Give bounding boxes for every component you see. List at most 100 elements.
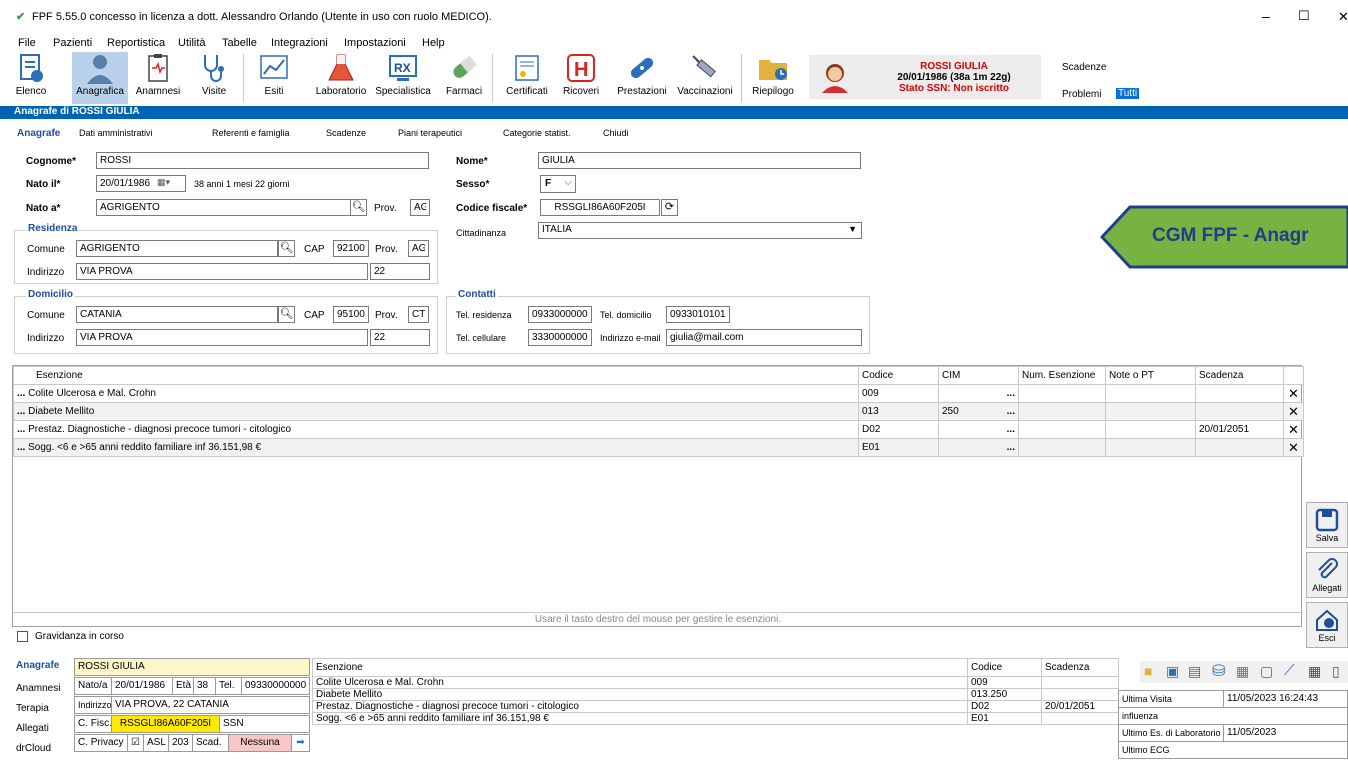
maximize-button[interactable]: ☐ <box>1298 8 1310 24</box>
scadenze-label[interactable]: Scadenze <box>1062 62 1106 73</box>
email-input[interactable] <box>666 329 862 346</box>
refresh-icon[interactable]: ⟳ <box>661 199 678 216</box>
money-icon[interactable]: ▦ <box>1236 663 1249 680</box>
tel-res-input[interactable] <box>528 306 592 323</box>
dom-prov-input[interactable] <box>408 306 429 323</box>
nome-input[interactable] <box>538 152 861 169</box>
dom-cap-input[interactable] <box>333 306 369 323</box>
menu-reportistica[interactable]: Reportistica <box>107 37 165 49</box>
delete-icon[interactable]: ✕ <box>1283 438 1304 457</box>
dom-civico-input[interactable] <box>370 329 430 346</box>
cf-input[interactable] <box>540 199 660 216</box>
toolbar-esiti[interactable]: Esiti <box>258 52 290 104</box>
sesso-select[interactable]: F ⌵ <box>540 175 576 193</box>
toolbar-ricoveri[interactable]: H Ricoveri <box>560 52 602 104</box>
dom-indirizzo-input[interactable] <box>76 329 368 346</box>
col-note-pt[interactable]: Note o PT <box>1105 366 1196 385</box>
menu-integrazioni[interactable]: Integrazioni <box>271 37 328 49</box>
toolbar-riepilogo[interactable]: Riepilogo <box>748 52 798 104</box>
row-menu-button[interactable]: ... <box>17 442 25 453</box>
cittadinanza-select[interactable]: ITALIA ▼ <box>538 222 862 239</box>
res-cap-input[interactable] <box>333 240 369 257</box>
search-doc-icon[interactable]: ▣ <box>1166 663 1179 680</box>
delete-icon[interactable]: ✕ <box>1283 402 1304 421</box>
clipboard-icon[interactable]: ▯ <box>1332 663 1340 680</box>
table-row[interactable]: ... Colite Ulcerosa e Mal. Crohn 009 ...… <box>13 384 1304 403</box>
tab-dati-amministrativi[interactable]: Dati amministrativi <box>79 128 153 138</box>
delete-icon[interactable]: ✕ <box>1283 420 1304 439</box>
toolbar-prestazioni[interactable]: Prestazioni <box>612 52 672 104</box>
table-row[interactable]: ... Sogg. <6 e >65 anni reddito familiar… <box>13 438 1304 457</box>
res-civico-input[interactable] <box>370 263 430 280</box>
cim-lookup-button[interactable]: ... <box>1007 424 1015 435</box>
col-scadenza[interactable]: Scadenza <box>1195 366 1284 385</box>
bottom-nav-allegati[interactable]: Allegati <box>16 723 49 734</box>
minimize-button[interactable]: – <box>1262 8 1270 24</box>
bottom-nav-anagrafe[interactable]: Anagrafe <box>16 660 59 671</box>
gravidanza-checkbox[interactable] <box>17 631 28 642</box>
table-row[interactable]: ... Prestaz. Diagnostiche - diagnosi pre… <box>13 420 1304 439</box>
tab-scadenze[interactable]: Scadenze <box>326 128 366 138</box>
res-prov-input[interactable] <box>408 240 429 257</box>
col-num-esenzione[interactable]: Num. Esenzione <box>1018 366 1106 385</box>
toolbar-anagrafica[interactable]: Anagrafica <box>72 52 128 104</box>
bottom-nav-terapia[interactable]: Terapia <box>16 703 49 714</box>
cognome-input[interactable] <box>96 152 429 169</box>
res-indirizzo-input[interactable] <box>76 263 368 280</box>
row-menu-button[interactable]: ... <box>17 388 25 399</box>
toolbar-certificati[interactable]: Certificati <box>502 52 552 104</box>
toolbar-elenco[interactable]: Elenco <box>14 52 48 104</box>
tel-cell-input[interactable] <box>528 329 592 346</box>
menu-help[interactable]: Help <box>422 37 445 49</box>
col-codice[interactable]: Codice <box>858 366 939 385</box>
folder-icon[interactable]: ■ <box>1144 663 1152 679</box>
privacy-checkbox[interactable]: ☑ <box>127 734 144 752</box>
nato-a-input[interactable] <box>96 199 351 216</box>
col-esenzione[interactable]: Esenzione <box>13 366 859 385</box>
bottom-nav-drcloud[interactable]: drCloud <box>16 743 51 754</box>
nato-prov-input[interactable] <box>410 199 430 216</box>
exemptions-grid[interactable]: Esenzione Codice CIM Num. Esenzione Note… <box>12 365 1304 627</box>
search-icon[interactable]: 🔍︎ <box>278 306 295 323</box>
bottom-nav-anamnesi[interactable]: Anamnesi <box>16 683 60 694</box>
menu-impostazioni[interactable]: Impostazioni <box>344 37 406 49</box>
search-icon[interactable]: 🔍︎ <box>278 240 295 257</box>
toolbar-farmaci[interactable]: Farmaci <box>443 52 485 104</box>
row-menu-button[interactable]: ... <box>17 424 25 435</box>
col-cim[interactable]: CIM <box>938 366 1019 385</box>
menu-tabelle[interactable]: Tabelle <box>222 37 257 49</box>
attachments-button[interactable]: Allegati <box>1306 552 1348 598</box>
tab-chiudi[interactable]: Chiudi <box>603 128 629 138</box>
dom-comune-input[interactable] <box>76 306 278 323</box>
close-button[interactable]: ✕ <box>1338 9 1348 25</box>
document-icon[interactable]: ▢ <box>1260 663 1273 680</box>
certificate-icon[interactable]: ▤ <box>1188 663 1201 680</box>
res-comune-input[interactable] <box>76 240 278 257</box>
toolbar-visite[interactable]: Visite <box>196 52 232 104</box>
problemi-filter-tutti[interactable]: Tutti <box>1116 88 1140 99</box>
tab-piani-terapeutici[interactable]: Piani terapeutici <box>398 128 462 138</box>
toolbar-specialistica[interactable]: RX Specialistica <box>373 52 433 104</box>
menu-file[interactable]: File <box>18 37 36 49</box>
cim-lookup-button[interactable]: ... <box>1007 406 1015 417</box>
toolbar-anamnesi[interactable]: Anamnesi <box>133 52 183 104</box>
nato-il-input[interactable] <box>96 175 186 192</box>
menu-utilita[interactable]: Utilità <box>178 37 206 49</box>
cim-lookup-button[interactable]: ... <box>1007 388 1015 399</box>
search-icon[interactable]: 🔍︎ <box>350 199 367 216</box>
save-button[interactable]: Salva <box>1306 502 1348 548</box>
exit-button[interactable]: Esci <box>1306 602 1348 648</box>
delete-icon[interactable]: ✕ <box>1283 384 1304 403</box>
arrow-right-icon[interactable]: ➡ <box>291 734 310 752</box>
tab-referenti-famiglia[interactable]: Referenti e famiglia <box>212 128 290 138</box>
ruler-icon[interactable]: ⟋ <box>1284 662 1295 679</box>
tab-categorie-statist[interactable]: Categorie statist. <box>503 128 571 138</box>
toolbar-vaccinazioni[interactable]: Vaccinazioni <box>674 52 736 104</box>
row-menu-button[interactable]: ... <box>17 406 25 417</box>
database-icon[interactable]: ⛁ <box>1212 661 1225 681</box>
tab-anagrafe[interactable]: Anagrafe <box>17 128 60 139</box>
calendar-icon[interactable]: ▦▾ <box>157 177 170 188</box>
tel-dom-input[interactable] <box>666 306 730 323</box>
menu-pazienti[interactable]: Pazienti <box>53 37 92 49</box>
cim-lookup-button[interactable]: ... <box>1007 442 1015 453</box>
